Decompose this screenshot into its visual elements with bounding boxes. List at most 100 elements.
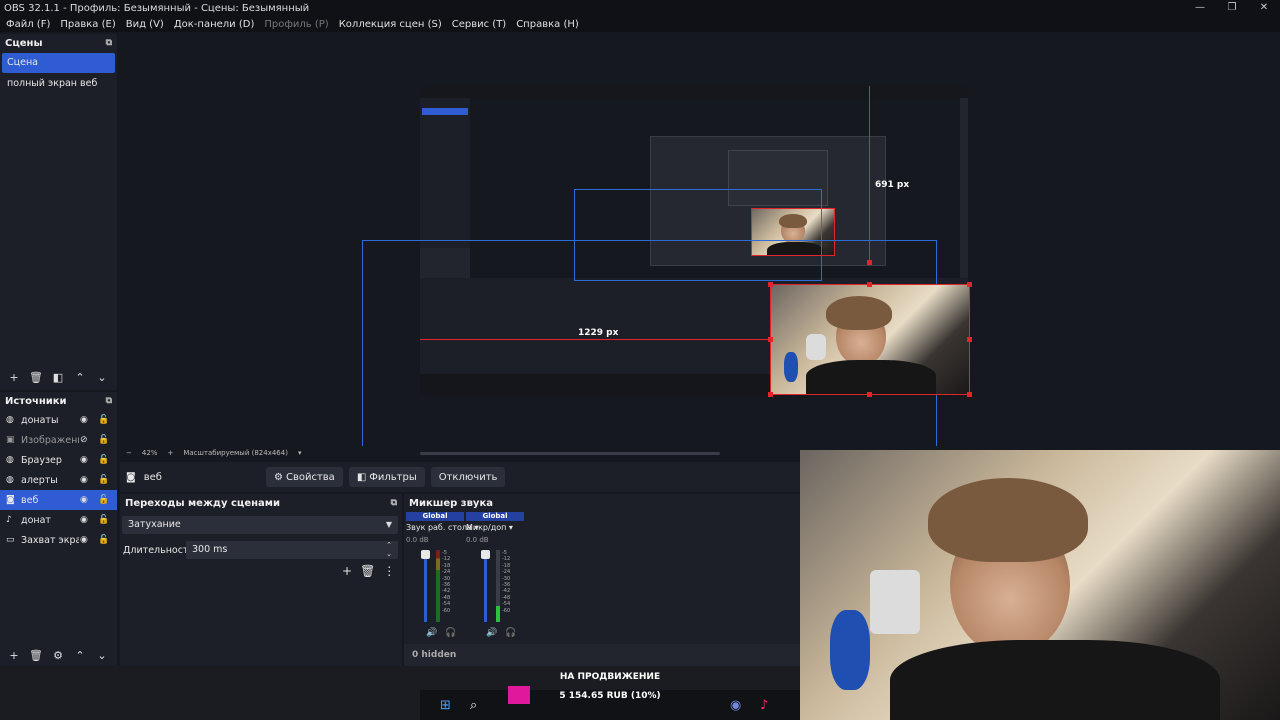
move-up-icon[interactable]: ⌃: [71, 649, 89, 662]
eye-icon[interactable]: ◉: [80, 515, 88, 525]
channel-mic-aux: Global Микр/доп ▾ 0.0 dB: [466, 512, 524, 544]
global-badge: Global: [406, 512, 464, 521]
microphone: [830, 610, 870, 690]
resize-handle-tr[interactable]: [967, 282, 972, 287]
menu-file[interactable]: Файл (F): [6, 19, 50, 30]
channel-name[interactable]: Микр/доп ▾: [466, 523, 524, 532]
meter-scale: -5 -12 -18 -24 -30 -36 -42 -48 -54 -60: [502, 550, 510, 614]
chevron-down-icon[interactable]: ▾: [298, 449, 302, 457]
source-item-image[interactable]: ▣ Изображение ⊘ 🔓: [0, 430, 117, 450]
move-down-icon[interactable]: ⌄: [93, 371, 111, 384]
duration-value: 300 ms: [192, 544, 228, 555]
eye-icon[interactable]: ◉: [80, 495, 88, 505]
search-icon[interactable]: ⌕: [470, 698, 477, 713]
resize-handle-bl[interactable]: [768, 392, 773, 397]
scale-mark: -12: [442, 556, 451, 563]
volume-fader[interactable]: [424, 550, 427, 622]
source-item-web[interactable]: ◙ веб ◉ 🔓: [0, 490, 117, 510]
fader-knob[interactable]: [481, 550, 490, 559]
preview-canvas[interactable]: 691 px 1229 px: [120, 34, 1280, 446]
fader-knob[interactable]: [421, 550, 430, 559]
move-down-icon[interactable]: ⌄: [93, 649, 111, 662]
width-measure: 1229 px: [578, 328, 619, 338]
menu-docks[interactable]: Док-панели (D): [174, 19, 255, 30]
lock-icon[interactable]: 🔓: [98, 495, 109, 505]
volume-fader[interactable]: [484, 550, 487, 622]
speaker-icon[interactable]: 🔊: [486, 628, 497, 638]
more-icon[interactable]: ⋮: [383, 564, 395, 578]
scale-mode[interactable]: Масштабируемый (824x464): [183, 449, 288, 457]
menu-help[interactable]: Справка (H): [516, 19, 579, 30]
float-dock-icon[interactable]: ⧉: [106, 396, 112, 406]
minimize-button[interactable]: —: [1184, 0, 1216, 16]
scene-item-scene[interactable]: Сцена: [2, 53, 115, 73]
scale-mark: -54: [502, 601, 511, 608]
resize-handle-t[interactable]: [867, 282, 872, 287]
source-item-browser[interactable]: ◍ Браузер ◉ 🔓: [0, 450, 117, 470]
eye-icon[interactable]: ◉: [80, 475, 88, 485]
horizontal-scrollbar[interactable]: [420, 452, 720, 455]
resize-handle-b[interactable]: [867, 392, 872, 397]
resize-handle-r[interactable]: [967, 337, 972, 342]
lock-icon[interactable]: 🔓: [98, 515, 109, 525]
resize-handle-l[interactable]: [768, 337, 773, 342]
zoom-in-icon[interactable]: +: [167, 449, 173, 457]
speaker-icon[interactable]: 🔊: [426, 628, 437, 638]
filters-button[interactable]: ◧ Фильтры: [348, 467, 425, 487]
float-dock-icon[interactable]: ⧉: [106, 38, 112, 48]
source-item-alerts[interactable]: ◍ алерты ◉ 🔓: [0, 470, 117, 490]
browser-icon: ◍: [6, 415, 14, 425]
scenes-header: Сцены ⧉: [0, 34, 117, 52]
source-item-donations[interactable]: ◍ донаты ◉ 🔓: [0, 410, 117, 430]
eye-icon[interactable]: ◉: [80, 535, 88, 545]
lock-icon[interactable]: 🔓: [98, 455, 109, 465]
menu-edit[interactable]: Правка (E): [60, 19, 115, 30]
promo-title: НА ПРОДВИЖЕНИЕ: [559, 672, 661, 682]
windows-start-icon[interactable]: ⊞: [440, 698, 451, 713]
maximize-button[interactable]: ❐: [1216, 0, 1248, 16]
properties-button[interactable]: ⚙ Свойства: [266, 467, 343, 487]
float-dock-icon[interactable]: ⧉: [391, 498, 397, 508]
scene-filters-icon[interactable]: ◧: [49, 371, 67, 384]
menu-tools[interactable]: Сервис (T): [452, 19, 506, 30]
zoom-out-icon[interactable]: −: [126, 449, 132, 457]
menu-view[interactable]: Вид (V): [126, 19, 164, 30]
source-item-donation-audio[interactable]: ♪ донат ◉ 🔓: [0, 510, 117, 530]
gear-icon[interactable]: ⚙: [49, 649, 67, 662]
add-icon[interactable]: +: [5, 649, 23, 662]
menu-scene-collection[interactable]: Коллекция сцен (S): [339, 19, 442, 30]
nested-scene-selected: [422, 108, 468, 115]
trash-icon[interactable]: 🗑: [27, 649, 45, 662]
channel-name[interactable]: Звук раб. стола ▾: [406, 523, 478, 532]
resize-handle-br[interactable]: [967, 392, 972, 397]
eye-hidden-icon[interactable]: ⊘: [80, 435, 88, 445]
lock-icon[interactable]: 🔓: [98, 435, 109, 445]
trash-icon[interactable]: 🗑: [360, 564, 375, 578]
channel-1-controls: 🔊 🎧: [486, 628, 516, 638]
eye-icon[interactable]: ◉: [80, 415, 88, 425]
headphones-icon[interactable]: 🎧: [505, 628, 516, 638]
resize-handle-tl[interactable]: [768, 282, 773, 287]
hidden-count[interactable]: 0 hidden: [404, 644, 800, 666]
menu-bar: Файл (F) Правка (E) Вид (V) Док-панели (…: [0, 16, 1280, 32]
close-button[interactable]: ✕: [1248, 0, 1280, 16]
transition-select[interactable]: Затухание ▼: [122, 516, 398, 534]
source-item-screen-capture[interactable]: ▭ Захват экрана ◉ 🔓: [0, 530, 117, 550]
disable-button[interactable]: Отключить: [430, 467, 506, 487]
add-icon[interactable]: +: [5, 371, 23, 384]
channel-0-controls: 🔊 🎧: [426, 628, 456, 638]
lock-icon[interactable]: 🔓: [98, 535, 109, 545]
add-icon[interactable]: +: [342, 564, 352, 578]
move-up-icon[interactable]: ⌃: [71, 371, 89, 384]
headphones-icon[interactable]: 🎧: [445, 628, 456, 638]
eye-icon[interactable]: ◉: [80, 455, 88, 465]
lock-icon[interactable]: 🔓: [98, 475, 109, 485]
duration-spinbox[interactable]: 300 ms ⌃ ⌄: [186, 541, 398, 559]
discord-icon[interactable]: ◉: [730, 698, 741, 713]
scene-item-fullscreen-web[interactable]: полный экран веб: [2, 74, 115, 94]
lock-icon[interactable]: 🔓: [98, 415, 109, 425]
channel-db: 0.0 dB: [466, 536, 489, 544]
trash-icon[interactable]: 🗑: [27, 371, 45, 384]
tiktok-icon[interactable]: ♪: [760, 698, 768, 713]
shirt: [890, 640, 1220, 720]
